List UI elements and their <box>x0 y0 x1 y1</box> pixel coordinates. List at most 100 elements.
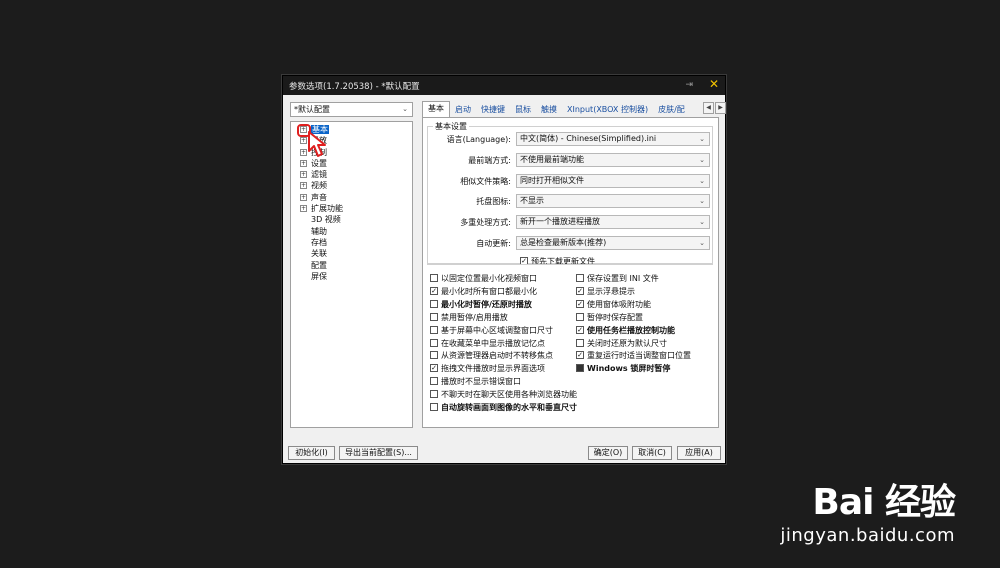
option-checkbox[interactable]: ✓ 拖拽文件播放时显示界面选项 <box>430 363 545 374</box>
checkbox-box <box>430 390 438 399</box>
checkbox-label: 暂停时保存配置 <box>587 312 643 322</box>
setting-label: 多重处理方式: <box>460 218 511 228</box>
setting-dropdown[interactable]: 新开一个播放进程播放 ⌄ <box>516 215 710 230</box>
checkbox-label: 关闭时还原为默认尺寸 <box>587 338 667 348</box>
watermark-url: jingyan.baidu.com <box>780 525 955 546</box>
tree-item[interactable]: + 扩展功能 <box>291 203 412 214</box>
option-checkbox[interactable]: Windows 锁屏时暂停 <box>576 363 670 374</box>
checkbox-label: 不聊天时在聊天区使用各种浏览器功能 <box>441 390 577 400</box>
tree-item-label: 声音 <box>311 192 327 202</box>
tree-item[interactable]: 3D 视频 <box>291 214 412 225</box>
checkbox-label: 在收藏菜单中显示播放记忆点 <box>441 338 545 348</box>
checkbox-label: 播放时不显示错误窗口 <box>441 377 521 387</box>
checkbox-label: Windows 锁屏时暂停 <box>587 364 671 374</box>
tree-item[interactable]: 屏保 <box>291 271 412 282</box>
initialize-button[interactable]: 初始化(I) <box>288 446 335 460</box>
setting-dropdown[interactable]: 总是检查最新版本(推荐) ⌄ <box>516 236 710 250</box>
setting-label: 自动更新: <box>476 239 511 248</box>
expand-icon[interactable]: + <box>300 137 307 145</box>
option-checkbox[interactable]: 从资源管理器启动时不转移焦点 <box>430 350 553 361</box>
tree-item-label: 3D 视频 <box>311 215 341 225</box>
expand-icon[interactable]: + <box>300 193 307 201</box>
tree-item-label: 视频 <box>311 181 327 191</box>
setting-dropdown[interactable]: 不使用最前端功能 ⌄ <box>516 152 710 167</box>
tab-item[interactable]: 基本 <box>422 101 450 117</box>
tab-item[interactable]: 快捷键 <box>476 103 510 117</box>
tab-item[interactable]: 触摸 <box>536 103 562 117</box>
cancel-button[interactable]: 取消(C) <box>632 446 672 460</box>
pointer-cursor-icon <box>308 131 326 157</box>
preset-dropdown[interactable]: *默认配置 ⌄ <box>290 102 413 117</box>
option-checkbox[interactable]: 禁用暂停/启用播放 <box>430 312 508 323</box>
tab-item[interactable]: XInput(XBOX 控制器) <box>562 103 653 117</box>
predownload-checkbox[interactable]: ✓ 预先下载更新文件 <box>520 256 595 267</box>
settings-tree[interactable]: +基本+播放+控制+设置+滤镜+视频+声音+扩展功能3D 视频辅助存档关联配置屏… <box>290 121 413 428</box>
expand-icon[interactable]: + <box>300 171 307 179</box>
chevron-down-icon: ⌄ <box>402 105 408 113</box>
expand-icon[interactable]: + <box>300 148 307 156</box>
tree-item-label: 屏保 <box>311 271 327 281</box>
setting-dropdown-value: 中文(简体) - Chinese(Simplified).ini <box>520 134 657 143</box>
checkbox-box <box>430 299 438 308</box>
option-checkbox[interactable]: 最小化时暂停/还原时播放 <box>430 299 532 310</box>
setting-dropdown-value: 新开一个播放进程播放 <box>520 217 600 227</box>
tree-item[interactable]: 辅助 <box>291 226 412 237</box>
export-config-button[interactable]: 导出当前配置(S)... <box>339 446 418 460</box>
tree-item[interactable]: + 滤镜 <box>291 169 412 180</box>
checkbox-box: ✓ <box>576 299 584 308</box>
tree-item[interactable]: 配置 <box>291 260 412 271</box>
expand-icon[interactable]: + <box>300 205 307 213</box>
expand-icon[interactable]: + <box>300 182 307 190</box>
option-checkbox[interactable]: 暂停时保存配置 <box>576 312 643 323</box>
close-icon[interactable]: ✕ <box>709 77 719 91</box>
option-checkbox[interactable]: 以固定位置最小化视频窗口 <box>430 273 537 284</box>
option-checkbox[interactable]: ✓ 使用任务栏播放控制功能 <box>576 325 675 336</box>
option-checkbox[interactable]: ✓ 重复运行时适当调整窗口位置 <box>576 350 691 361</box>
setting-dropdown[interactable]: 同时打开相似文件 ⌄ <box>516 173 710 188</box>
setting-label: 相似文件策略: <box>460 176 511 186</box>
pin-icon[interactable]: ⇥ <box>685 80 693 90</box>
tree-item-label: 辅助 <box>311 226 327 236</box>
tree-item[interactable]: 存档 <box>291 237 412 248</box>
chevron-down-icon: ⌄ <box>699 239 705 247</box>
checkbox-box <box>430 351 438 360</box>
option-checkbox[interactable]: 播放时不显示错误窗口 <box>430 376 521 387</box>
expand-icon[interactable]: + <box>300 159 307 167</box>
option-checkbox[interactable]: ✓ 显示浮悬提示 <box>576 286 635 297</box>
option-checkbox[interactable]: 自动旋转画面到图像的水平和垂直尺寸 <box>430 402 577 413</box>
tab-scroll-left-icon[interactable]: ◀ <box>703 102 714 114</box>
chevron-down-icon: ⌄ <box>699 218 705 227</box>
option-checkbox[interactable]: 保存设置到 INI 文件 <box>576 273 659 284</box>
setting-row: 语言(Language): 中文(简体) - Chinese(Simplified… <box>428 132 714 146</box>
tree-item-label: 滤镜 <box>311 170 327 180</box>
checkbox-label: 从资源管理器启动时不转移焦点 <box>441 351 553 361</box>
tree-item[interactable]: 关联 <box>291 248 412 259</box>
setting-row: 最前端方式: 不使用最前端功能 ⌄ <box>428 152 714 167</box>
option-checkbox[interactable]: 在收藏菜单中显示播放记忆点 <box>430 338 545 349</box>
checkbox-box: ✓ <box>430 364 438 373</box>
checkbox-box <box>576 338 584 347</box>
checkbox-box: ✓ <box>576 325 584 334</box>
tree-item[interactable]: + 声音 <box>291 192 412 203</box>
checkbox-label: 使用任务栏播放控制功能 <box>587 325 675 335</box>
tree-item-label: 扩展功能 <box>311 204 343 214</box>
option-checkbox[interactable]: ✓ 使用窗体吸附功能 <box>576 299 651 310</box>
tree-item-label: 存档 <box>311 237 327 247</box>
basic-settings-group: 基本设置 语言(Language): 中文(简体) - Chinese(Simpl… <box>427 121 714 267</box>
title-bar[interactable]: 参数选项(1.7.20538) - *默认配置 ⇥ ✕ <box>283 76 725 95</box>
checkbox-label: 使用窗体吸附功能 <box>587 299 651 309</box>
apply-button[interactable]: 应用(A) <box>677 446 721 460</box>
option-checkbox[interactable]: ✓ 最小化时所有窗口都最小化 <box>430 286 537 297</box>
tab-item[interactable]: 启动 <box>450 103 476 117</box>
setting-dropdown[interactable]: 不显示 ⌄ <box>516 194 710 209</box>
setting-dropdown[interactable]: 中文(简体) - Chinese(Simplified).ini ⌄ <box>516 132 710 146</box>
option-checkbox[interactable]: 不聊天时在聊天区使用各种浏览器功能 <box>430 389 577 400</box>
option-checkbox[interactable]: 关闭时还原为默认尺寸 <box>576 338 667 349</box>
tree-item[interactable]: + 设置 <box>291 158 412 169</box>
tab-item[interactable]: 皮肤/配 <box>653 103 690 117</box>
tree-item[interactable]: + 视频 <box>291 180 412 191</box>
ok-button[interactable]: 确定(O) <box>588 446 628 460</box>
option-checkbox[interactable]: 基于屏幕中心区域调整窗口尺寸 <box>430 325 553 336</box>
tab-scroll-right-icon[interactable]: ▶ <box>715 102 726 114</box>
tab-item[interactable]: 鼠标 <box>510 103 536 117</box>
